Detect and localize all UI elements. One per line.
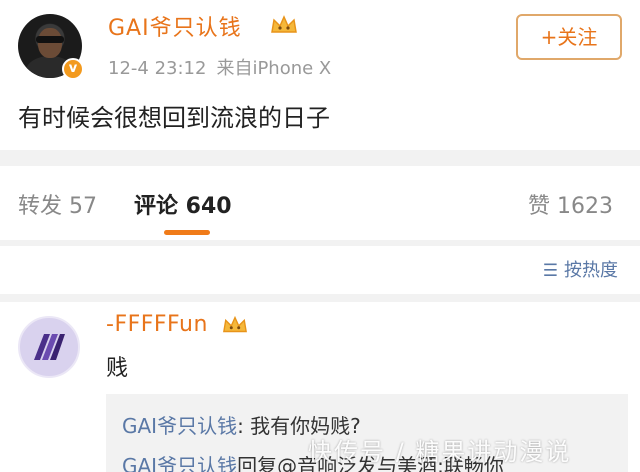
active-tab-indicator	[164, 230, 210, 235]
reply-author[interactable]: GAI爷只认钱	[122, 414, 237, 438]
post-username[interactable]: GAI爷只认钱	[108, 10, 242, 42]
sort-by-hot-button[interactable]: ☰ 按热度	[543, 256, 618, 282]
crown-icon	[223, 315, 247, 333]
tab-reposts[interactable]: 转发 57	[18, 188, 97, 220]
sort-label: 按热度	[564, 260, 618, 281]
follow-button[interactable]: +关注	[516, 14, 622, 60]
tab-likes[interactable]: 赞 1623	[528, 188, 613, 220]
sort-bar: ☰ 按热度	[0, 246, 640, 294]
post-source: 来自iPhone X	[216, 58, 332, 79]
gem-icon	[34, 334, 65, 360]
comment-text: 贱	[106, 356, 129, 381]
post-header: v GAI爷只认钱 12-4 23:12 来自iPhone X +关注 有时候会很…	[0, 0, 640, 150]
commenter-username[interactable]: -FFFFFun	[106, 312, 208, 337]
divider	[0, 150, 640, 166]
post-meta: 12-4 23:12 来自iPhone X	[108, 54, 331, 80]
crown-icon	[271, 15, 297, 33]
divider	[0, 294, 640, 302]
post-text: 有时候会很想回到流浪的日子	[18, 104, 330, 132]
verified-badge-icon: v	[62, 58, 84, 80]
commenter-avatar[interactable]	[18, 316, 80, 378]
watermark: 快传号 / 糖果讲动漫说	[308, 438, 572, 466]
tab-comments[interactable]: 评论 640	[134, 188, 232, 220]
post-stats-tabs: 转发 57 评论 640 赞 1623	[0, 166, 640, 240]
sort-icon: ☰	[542, 261, 558, 281]
reply-author[interactable]: GAI爷只认钱	[122, 454, 237, 472]
post-time: 12-4 23:12	[108, 58, 207, 79]
